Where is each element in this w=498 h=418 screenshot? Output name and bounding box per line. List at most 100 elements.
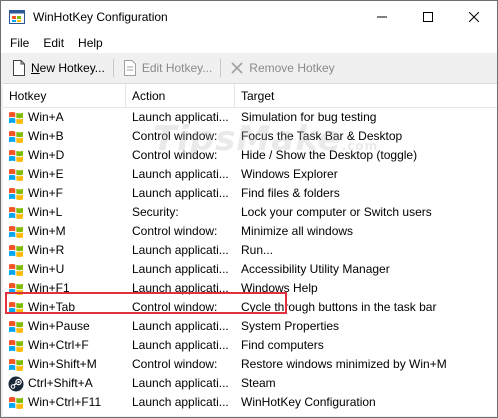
target-cell: Minimize all windows (241, 224, 354, 238)
hotkey-cell: Win+L (3, 203, 126, 222)
list-body: Win+A Launch applicati... Simulation for b… (3, 108, 497, 412)
hotkey-cell: Win+D (3, 146, 126, 165)
new-document-icon (11, 60, 27, 76)
windows-flag-icon (9, 339, 23, 352)
title-bar[interactable]: WinHotKey Configuration (1, 1, 497, 33)
action-cell: Launch applicati... (132, 262, 229, 276)
windows-flag-icon (9, 206, 23, 219)
target-cell: Windows Explorer (241, 167, 338, 181)
hotkey-cell: Win+B (3, 127, 126, 146)
hotkey-text: Win+L (28, 205, 63, 219)
edit-document-icon (122, 60, 138, 76)
target-cell: Cycle through buttons in the task bar (241, 300, 437, 314)
remove-hotkey-button[interactable]: Remove Hotkey (223, 57, 340, 79)
target-cell: Simulation for bug testing (241, 110, 377, 124)
maximize-button[interactable] (405, 1, 451, 33)
windows-flag-icon (9, 149, 23, 162)
steam-icon (8, 376, 24, 391)
table-row[interactable]: Win+Ctrl+F Launch applicati... Find comput… (3, 336, 497, 355)
toolbar-separator (112, 59, 114, 77)
table-row[interactable]: Win+Shift+M Control window: Restore window… (3, 355, 497, 374)
action-cell: Launch applicati... (132, 243, 229, 257)
table-row[interactable]: Win+Tab Control window: Cycle through butt… (3, 298, 497, 317)
hotkey-cell: Win+F1 (3, 279, 126, 298)
hotkey-text: Win+Tab (28, 300, 76, 314)
table-row[interactable]: Win+U Launch applicati... Accessibility Ut… (3, 260, 497, 279)
action-cell: Control window: (132, 148, 218, 162)
table-row[interactable]: Win+A Launch applicati... Simulation for b… (3, 108, 497, 127)
hotkey-cell: Win+Shift+M (3, 355, 126, 374)
table-row[interactable]: Win+Pause Launch applicati... System Prope… (3, 317, 497, 336)
target-cell: Accessibility Utility Manager (241, 262, 390, 276)
target-cell: Find computers (241, 338, 324, 352)
edit-hotkey-button[interactable]: Edit Hotkey... (116, 57, 218, 79)
target-cell: Lock your computer or Switch users (241, 205, 432, 219)
windows-flag-icon (9, 358, 23, 371)
hotkey-cell: Win+M (3, 222, 126, 241)
table-row[interactable]: Win+E Launch applicati... Windows Explorer (3, 165, 497, 184)
menu-help[interactable]: Help (71, 33, 110, 53)
action-cell: Control window: (132, 129, 218, 143)
column-header-target[interactable]: Target (235, 84, 497, 108)
hotkey-text: Win+Ctrl+F (28, 338, 89, 352)
hotkey-cell: Win+Ctrl+F11 (3, 393, 126, 412)
remove-hotkey-label: Remove Hotkey (249, 61, 335, 75)
windows-flag-icon (9, 263, 23, 276)
windows-flag-icon (9, 396, 23, 409)
target-cell: Steam (241, 376, 276, 390)
close-icon (469, 12, 479, 22)
list-header: Hotkey Action Target (3, 84, 497, 108)
windows-flag-icon (9, 225, 23, 238)
action-cell: Control window: (132, 224, 218, 238)
action-cell: Security: (132, 205, 179, 219)
action-cell: Launch applicati... (132, 338, 229, 352)
windows-flag-icon (9, 111, 23, 124)
hotkey-text: Win+M (28, 224, 66, 238)
hotkey-cell: Win+Pause (3, 317, 126, 336)
action-cell: Control window: (132, 357, 218, 371)
table-row[interactable]: Win+R Launch applicati... Run... (3, 241, 497, 260)
hotkey-text: Win+F (28, 186, 64, 200)
new-hotkey-button[interactable]: New Hotkey... (5, 57, 111, 79)
edit-hotkey-label: Edit Hotkey... (141, 61, 213, 75)
action-cell: Launch applicati... (132, 319, 229, 333)
close-button[interactable] (451, 1, 497, 33)
hotkey-text: Win+F1 (28, 281, 70, 295)
target-cell: Windows Help (241, 281, 318, 295)
action-cell: Launch applicati... (132, 281, 229, 295)
table-row[interactable]: Win+L Security: Lock your computer or Swit… (3, 203, 497, 222)
toolbar: New Hotkey... Edit Hotkey... Remove Hotk… (1, 55, 497, 81)
target-cell: Restore windows minimized by Win+M (241, 357, 447, 371)
hotkey-text: Win+R (28, 243, 65, 257)
target-cell: Run... (241, 243, 274, 257)
column-header-hotkey[interactable]: Hotkey (3, 84, 126, 108)
hotkey-cell: Win+A (3, 108, 126, 127)
table-row[interactable]: Win+D Control window: Hide / Show the Desk… (3, 146, 497, 165)
target-cell: Hide / Show the Desktop (toggle) (241, 148, 418, 162)
table-row[interactable]: Win+B Control window: Focus the Task Bar &… (3, 127, 497, 146)
table-row[interactable]: Win+Ctrl+F11 Launch applicati... WinHotKey… (3, 393, 497, 412)
hotkey-cell: Win+E (3, 165, 126, 184)
hotkey-text: Win+B (28, 129, 64, 143)
windows-flag-icon (9, 320, 23, 333)
target-cell: Focus the Task Bar & Desktop (241, 129, 403, 143)
hotkey-list[interactable]: Hotkey Action Target Win+A Launch applica… (3, 83, 497, 416)
menu-file[interactable]: File (1, 33, 36, 53)
windows-flag-icon (9, 168, 23, 181)
table-row[interactable]: Ctrl+Shift+A Launch applicati... Steam (3, 374, 497, 393)
minimize-icon (377, 16, 387, 18)
menu-edit[interactable]: Edit (36, 33, 71, 53)
hotkey-text: Win+Ctrl+F11 (28, 395, 102, 409)
table-row[interactable]: Win+M Control window: Minimize all windows (3, 222, 497, 241)
action-cell: Launch applicati... (132, 395, 229, 409)
table-row[interactable]: Win+F1 Launch applicati... Windows Help (3, 279, 497, 298)
window-controls (359, 1, 497, 33)
hotkey-cell: Win+U (3, 260, 126, 279)
minimize-button[interactable] (359, 1, 405, 33)
windows-flag-icon (9, 301, 23, 314)
table-row[interactable]: Win+F Launch applicati... Find files & fol… (3, 184, 497, 203)
target-cell: Find files & folders (241, 186, 340, 200)
column-header-action[interactable]: Action (126, 84, 235, 108)
windows-flag-icon (9, 282, 23, 295)
hotkey-text: Ctrl+Shift+A (28, 376, 93, 390)
